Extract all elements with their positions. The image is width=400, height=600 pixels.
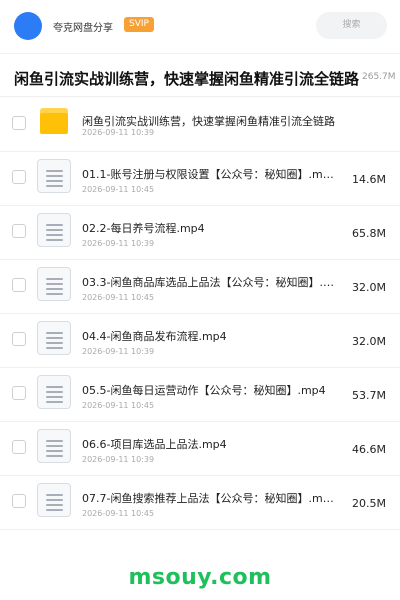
row-checkbox[interactable]	[12, 386, 26, 400]
file-row[interactable]: 07.7-闲鱼搜索推荐上品法【公众号：秘知圈】.mp4 2026-09-11 1…	[0, 476, 400, 530]
share-name: 夸克网盘分享	[53, 23, 113, 34]
file-date: 2026-09-11 10:39	[82, 455, 155, 464]
file-size: 65.8M	[352, 227, 386, 240]
file-date: 2026-09-11 10:45	[82, 509, 155, 518]
video-file-icon	[37, 213, 71, 247]
folder-date: 2026-09-11 10:39	[82, 128, 155, 137]
row-checkbox[interactable]	[12, 170, 26, 184]
file-date: 2026-09-11 10:45	[82, 401, 155, 410]
video-file-icon	[37, 267, 71, 301]
file-date: 2026-09-11 10:45	[82, 185, 155, 194]
video-file-icon	[37, 159, 71, 193]
file-size: 32.0M	[352, 281, 386, 294]
video-file-icon	[37, 375, 71, 409]
file-row[interactable]: 04.4-闲鱼商品发布流程.mp4 2026-09-11 10:39 32.0M	[0, 314, 400, 368]
file-size: 14.6M	[352, 173, 386, 186]
file-row[interactable]: 03.3-闲鱼商品库选品上品法【公众号：秘知圈】.mp4 2026-09-11 …	[0, 260, 400, 314]
row-checkbox[interactable]	[12, 494, 26, 508]
header: 夸克网盘分享 SVIP 搜索	[0, 0, 400, 52]
file-size: 53.7M	[352, 389, 386, 402]
file-name: 01.1-账号注册与权限设置【公众号：秘知圈】.mp4	[82, 168, 334, 181]
file-name: 07.7-闲鱼搜索推荐上品法【公众号：秘知圈】.mp4	[82, 492, 334, 505]
page-title: 闲鱼引流实战训练营，快速掌握闲鱼精准引流全链路	[14, 70, 360, 88]
title-bar: 闲鱼引流实战训练营，快速掌握闲鱼精准引流全链路 265.7M	[0, 53, 400, 97]
file-name: 03.3-闲鱼商品库选品上品法【公众号：秘知圈】.mp4	[82, 276, 334, 289]
folder-icon	[40, 108, 68, 134]
file-size: 46.6M	[352, 443, 386, 456]
row-checkbox[interactable]	[12, 332, 26, 346]
file-date: 2026-09-11 10:39	[82, 239, 155, 248]
video-file-icon	[37, 429, 71, 463]
file-name: 05.5-闲鱼每日运营动作【公众号：秘知圈】.mp4	[82, 384, 326, 397]
row-checkbox[interactable]	[12, 224, 26, 238]
row-checkbox[interactable]	[12, 440, 26, 454]
search-button[interactable]: 搜索	[316, 12, 387, 39]
file-name: 02.2-每日养号流程.mp4	[82, 222, 205, 235]
file-row[interactable]: 05.5-闲鱼每日运营动作【公众号：秘知圈】.mp4 2026-09-11 10…	[0, 368, 400, 422]
video-file-icon	[37, 321, 71, 355]
file-name: 04.4-闲鱼商品发布流程.mp4	[82, 330, 227, 343]
file-list: 闲鱼引流实战训练营，快速掌握闲鱼精准引流全链路 2026-09-11 10:39…	[0, 98, 400, 530]
file-name: 06.6-项目库选品上品法.mp4	[82, 438, 227, 451]
avatar[interactable]	[14, 12, 42, 40]
video-file-icon	[37, 483, 71, 517]
file-date: 2026-09-11 10:45	[82, 293, 155, 302]
total-size: 265.7M	[362, 72, 396, 82]
file-size: 32.0M	[352, 335, 386, 348]
folder-name: 闲鱼引流实战训练营，快速掌握闲鱼精准引流全链路	[82, 115, 335, 128]
file-row[interactable]: 01.1-账号注册与权限设置【公众号：秘知圈】.mp4 2026-09-11 1…	[0, 152, 400, 206]
file-date: 2026-09-11 10:39	[82, 347, 155, 356]
row-checkbox[interactable]	[12, 278, 26, 292]
file-row[interactable]: 06.6-项目库选品上品法.mp4 2026-09-11 10:39 46.6M	[0, 422, 400, 476]
file-size: 20.5M	[352, 497, 386, 510]
folder-row[interactable]: 闲鱼引流实战训练营，快速掌握闲鱼精准引流全链路 2026-09-11 10:39	[0, 98, 400, 152]
svip-badge: SVIP	[124, 17, 154, 32]
row-checkbox[interactable]	[12, 116, 26, 130]
file-row[interactable]: 02.2-每日养号流程.mp4 2026-09-11 10:39 65.8M	[0, 206, 400, 260]
watermark: msouy.com	[128, 565, 272, 590]
